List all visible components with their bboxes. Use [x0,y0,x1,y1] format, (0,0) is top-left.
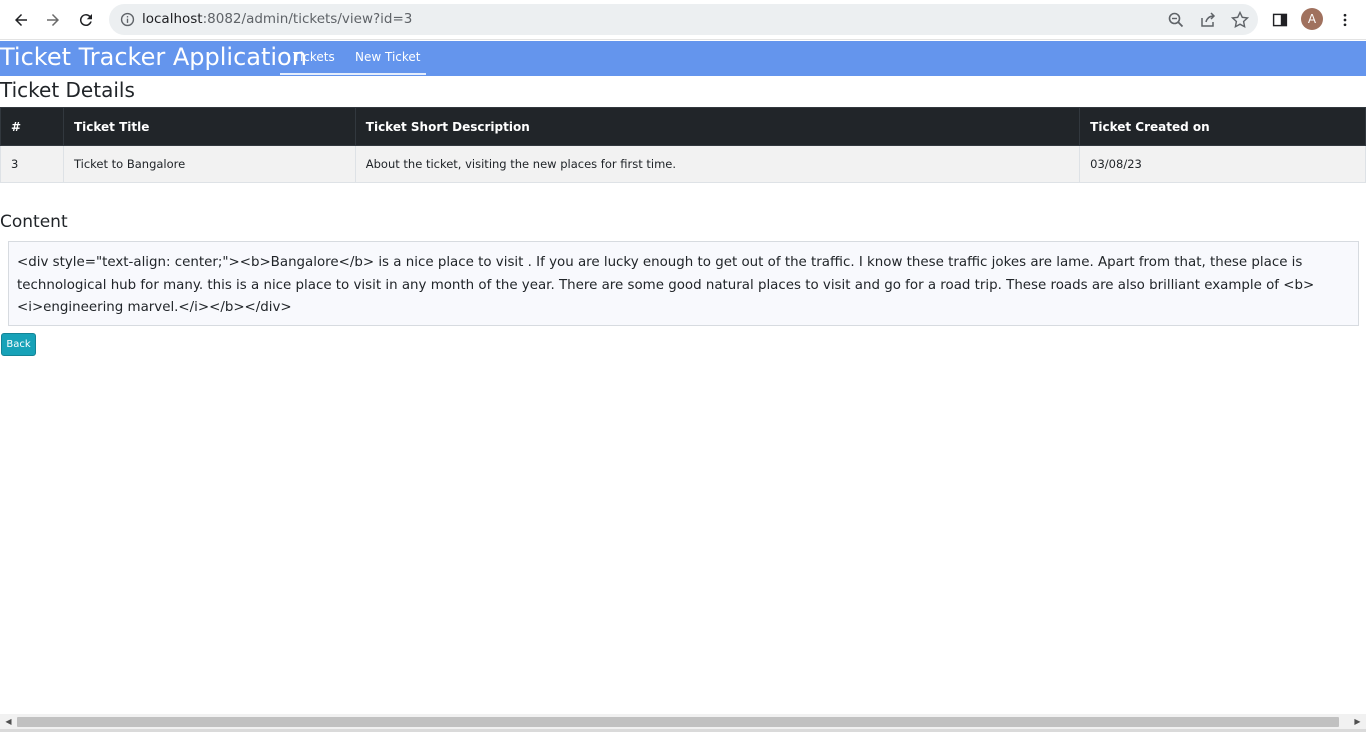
side-panel-icon[interactable] [1268,8,1292,32]
scroll-left-arrow-icon[interactable]: ◀ [1,714,16,729]
address-bar[interactable]: localhost:8082/admin/tickets/view?id=3 [109,4,1258,35]
kebab-menu-icon[interactable] [1333,8,1357,32]
table-row: 3 Ticket to Bangalore About the ticket, … [0,145,1366,183]
browser-toolbar: localhost:8082/admin/tickets/view?id=3 A [0,0,1366,40]
column-header-created-on: Ticket Created on [1079,107,1366,146]
column-header-description: Ticket Short Description [354,107,1081,146]
scroll-right-arrow-icon[interactable]: ▶ [1350,714,1365,729]
nav-link-new-ticket[interactable]: New Ticket [355,41,421,76]
cell-id: 3 [0,145,64,183]
star-icon[interactable] [1230,10,1250,30]
app-navbar: Ticket Tracker Application Tickets New T… [0,41,1366,76]
reload-icon[interactable] [74,8,98,32]
column-header-id: # [0,107,64,146]
url-host: localhost [142,11,203,27]
horizontal-scrollbar[interactable]: ◀ ▶ [0,714,1366,729]
back-button[interactable]: Back [1,333,36,356]
nav-underline [280,73,426,75]
scrollbar-thumb[interactable] [17,717,1339,727]
url-text: localhost:8082/admin/tickets/view?id=3 [142,11,412,27]
cell-created-on: 03/08/23 [1079,145,1366,183]
column-header-title: Ticket Title [62,107,356,146]
ticket-table: # Ticket Title Ticket Short Description … [0,107,1366,183]
content-body: <div style="text-align: center;"><b>Bang… [8,241,1359,326]
app-brand[interactable]: Ticket Tracker Application [0,41,307,76]
info-icon[interactable] [119,11,136,28]
nav-link-tickets[interactable]: Tickets [293,41,335,76]
cell-description: About the ticket, visiting the new place… [354,145,1081,183]
url-path: :8082/admin/tickets/view?id=3 [202,11,413,27]
cell-title: Ticket to Bangalore [62,145,356,183]
page-title: Ticket Details [0,78,135,102]
table-header-row: # Ticket Title Ticket Short Description … [0,107,1366,146]
back-arrow-icon[interactable] [9,8,33,32]
forward-arrow-icon[interactable] [41,8,65,32]
zoom-icon[interactable] [1166,10,1186,30]
profile-avatar[interactable]: A [1301,8,1323,30]
content-title: Content [0,212,68,232]
share-icon[interactable] [1198,10,1218,30]
